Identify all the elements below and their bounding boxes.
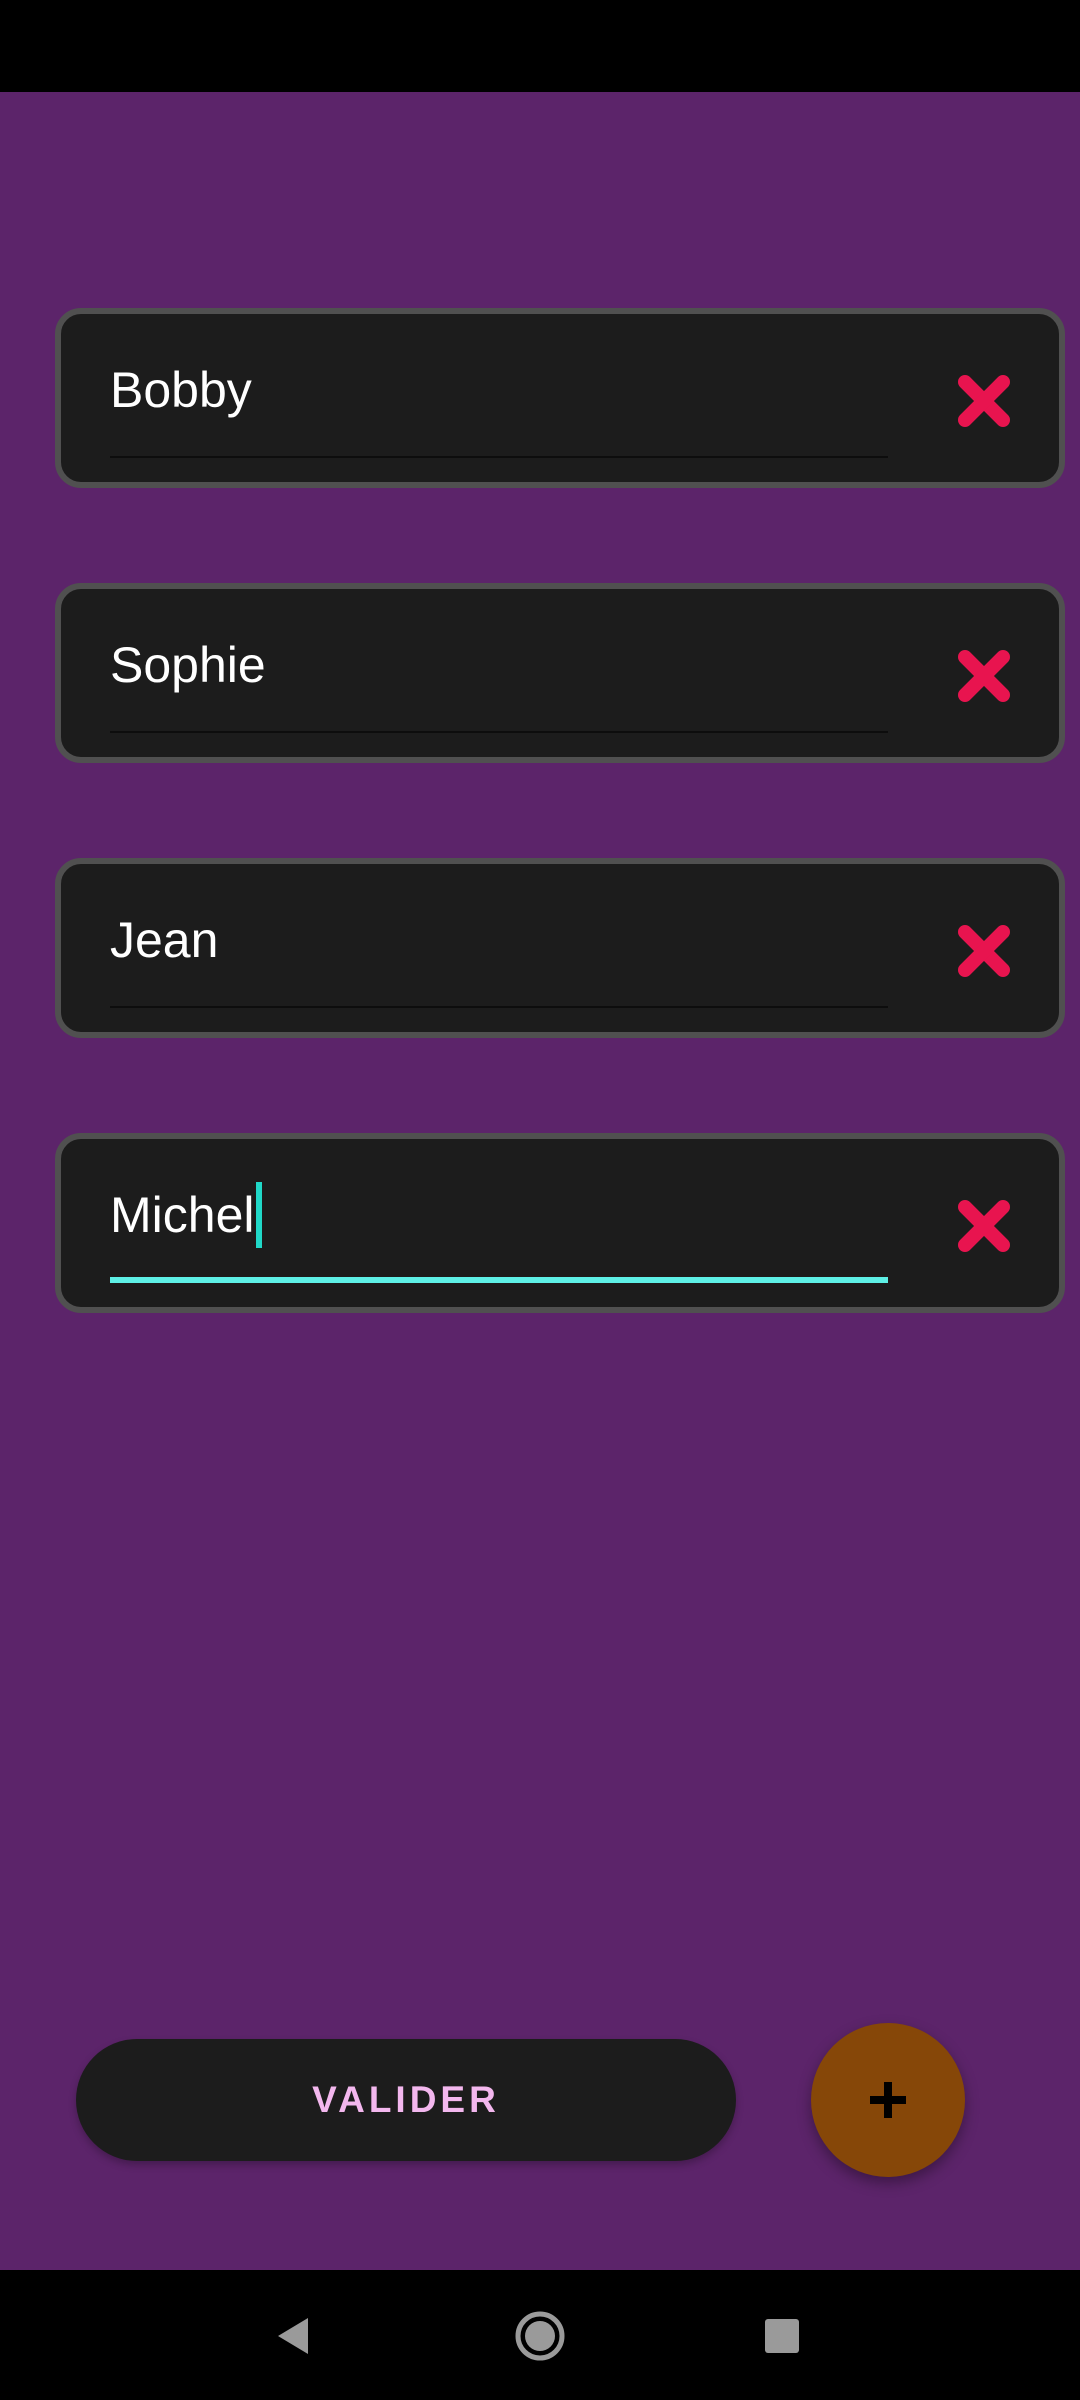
name-field-underline — [110, 731, 888, 733]
name-field-text: Michel — [110, 1187, 255, 1243]
name-field-underline-focused — [110, 1277, 888, 1283]
delete-name-button[interactable] — [956, 1198, 1012, 1254]
close-icon — [958, 375, 1010, 427]
close-icon — [958, 650, 1010, 702]
status-bar — [0, 0, 1080, 92]
close-icon — [958, 1200, 1010, 1252]
name-field-underline — [110, 456, 888, 458]
delete-name-button[interactable] — [956, 373, 1012, 429]
close-icon — [958, 925, 1010, 977]
validate-button[interactable]: VALIDER — [76, 2039, 736, 2161]
name-field[interactable]: Jean — [110, 908, 890, 972]
name-field[interactable]: Bobby — [110, 358, 890, 422]
name-field-text: Bobby — [110, 362, 252, 418]
name-field-text: Jean — [110, 912, 219, 968]
name-card: Michel — [55, 1133, 1065, 1313]
nav-recents-button[interactable] — [754, 2308, 810, 2364]
text-cursor — [256, 1181, 263, 1248]
name-field-focused[interactable]: Michel — [110, 1181, 890, 1248]
delete-name-button[interactable] — [956, 923, 1012, 979]
name-field[interactable]: Sophie — [110, 633, 890, 697]
plus-icon-stroke — [884, 2082, 892, 2118]
app-screen: Bobby Sophie Jean Michel VALIDER — [0, 0, 1080, 2400]
nav-home-button[interactable] — [512, 2308, 568, 2364]
home-circle-icon — [515, 2311, 565, 2361]
name-card: Jean — [55, 858, 1065, 1038]
back-triangle-icon — [278, 2318, 308, 2354]
system-navigation-bar — [0, 2270, 1080, 2400]
name-field-underline — [110, 1006, 888, 1008]
recents-square-icon — [765, 2319, 799, 2353]
add-name-button[interactable] — [811, 2023, 965, 2177]
name-card: Bobby — [55, 308, 1065, 488]
name-field-text: Sophie — [110, 637, 266, 693]
delete-name-button[interactable] — [956, 648, 1012, 704]
nav-back-button[interactable] — [266, 2308, 322, 2364]
name-card: Sophie — [55, 583, 1065, 763]
